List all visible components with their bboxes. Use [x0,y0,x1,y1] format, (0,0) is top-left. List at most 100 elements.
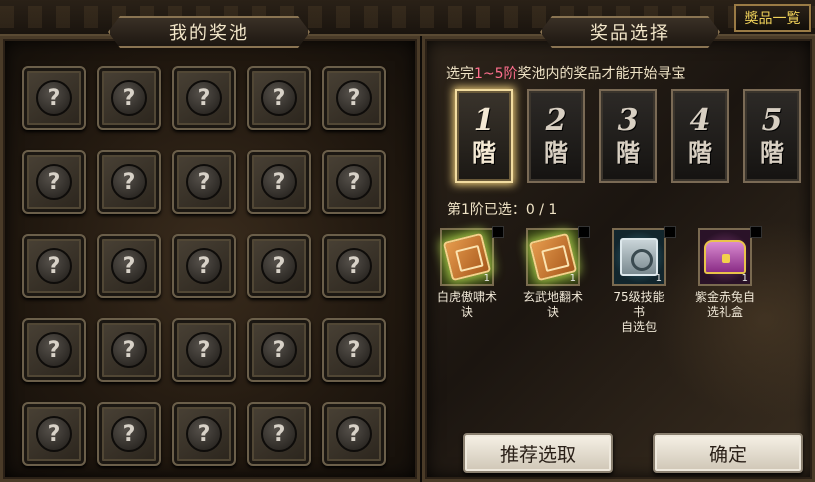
question-mark-icon: ? [36,416,72,452]
question-mark-icon: ? [111,80,147,116]
reward-name: 75级技能书 自选包 [608,290,670,335]
treasure-chest-icon [704,240,746,274]
hint-range: 1~5阶 [474,66,518,82]
reward-select-title: 奖品选择 [540,16,720,48]
select-checkbox[interactable] [664,226,676,238]
recommend-select-button[interactable]: 推荐选取 [463,433,613,473]
pool-slot[interactable]: ? [247,318,311,382]
pool-slot[interactable]: ? [322,234,386,298]
select-checkbox[interactable] [750,226,762,238]
pool-slot[interactable]: ? [22,402,86,466]
select-checkbox[interactable] [492,226,504,238]
prize-catalog-button[interactable]: 奬品一覧 [734,4,811,32]
question-mark-icon: ? [111,164,147,200]
question-mark-icon: ? [261,416,297,452]
pool-slot[interactable]: ? [247,66,311,130]
hint-suffix: 奖池内的奖品才能开始寻宝 [517,66,686,82]
question-mark-icon: ? [186,416,222,452]
pool-slot[interactable]: ? [172,402,236,466]
tier-number: 4 [689,103,711,138]
question-mark-icon: ? [336,164,372,200]
reward-name-line2: 选礼盒 [706,305,743,319]
question-mark-icon: ? [336,80,372,116]
pool-slot[interactable]: ? [97,234,161,298]
question-mark-icon: ? [261,80,297,116]
reward-name-line1: 白虎傲啸术 [436,290,497,304]
question-mark-icon: ? [36,164,72,200]
reward-icon-frame: 1 [440,226,504,286]
tier-tab-3[interactable]: 3 階 [599,89,657,183]
tier-unit: 階 [760,138,784,167]
pool-slot[interactable]: ? [172,318,236,382]
pool-slot[interactable]: ? [97,150,161,214]
question-mark-icon: ? [261,248,297,284]
tier-unit: 階 [688,138,712,167]
reward-count: 1 [741,273,748,284]
pool-slot[interactable]: ? [22,150,86,214]
reward-name-line2: 诀 [546,305,559,319]
question-mark-icon: ? [111,248,147,284]
pool-slot[interactable]: ? [172,150,236,214]
pool-slot[interactable]: ? [322,318,386,382]
tier-number: 1 [473,103,495,138]
reward-item[interactable]: 1 紫金赤兔自 选礼盒 [694,226,762,335]
tier-unit: 階 [544,138,568,167]
pool-slot[interactable]: ? [97,318,161,382]
silver-safe-icon [620,238,658,276]
my-pool-title: 我的奖池 [108,16,310,48]
tier-tabs: 1 階 2 階 3 階 4 階 5 階 [455,89,801,183]
reward-item[interactable]: 1 白虎傲啸术 诀 [436,226,504,335]
pool-slot[interactable]: ? [322,66,386,130]
reward-icon-frame: 1 [526,226,590,286]
confirm-button[interactable]: 确定 [653,433,803,473]
question-mark-icon: ? [111,332,147,368]
tier-number: 3 [617,103,639,138]
pool-slot[interactable]: ? [247,150,311,214]
pool-slot[interactable]: ? [22,318,86,382]
pool-slot[interactable]: ? [322,150,386,214]
question-mark-icon: ? [261,332,297,368]
pool-slot[interactable]: ? [322,402,386,466]
pool-slot[interactable]: ? [22,234,86,298]
pool-slot[interactable]: ? [247,402,311,466]
question-mark-icon: ? [336,416,372,452]
pool-slot[interactable]: ? [172,234,236,298]
selection-hint: 选完1~5阶奖池内的奖品才能开始寻宝 [446,63,686,83]
reward-name-line1: 玄武地翻术 [522,290,583,304]
question-mark-icon: ? [336,332,372,368]
tier-number: 2 [545,103,567,138]
pool-slot[interactable]: ? [97,66,161,130]
reward-name-line2: 诀 [460,305,473,319]
question-mark-icon: ? [261,164,297,200]
reward-name: 紫金赤兔自 选礼盒 [695,290,755,320]
reward-item[interactable]: 1 玄武地翻术 诀 [522,226,590,335]
tier-tab-5[interactable]: 5 階 [743,89,801,183]
tier-progress: 第1阶已选：0 / 1 [447,202,558,218]
reward-count: 1 [483,273,490,284]
hint-prefix: 选完 [446,66,474,82]
reward-name: 玄武地翻术 诀 [523,290,583,320]
pool-slot-grid: ????????????????????????? [22,66,400,470]
reward-count: 1 [569,273,576,284]
pool-slot[interactable]: ? [247,234,311,298]
question-mark-icon: ? [186,332,222,368]
reward-list: 1 白虎傲啸术 诀 1 玄武地翻术 诀 1 75级技能书 自选包 1 紫金赤兔自… [436,226,762,335]
tier-tab-2[interactable]: 2 階 [527,89,585,183]
reward-name-line1: 75级技能书 [613,290,665,319]
question-mark-icon: ? [186,164,222,200]
reward-name: 白虎傲啸术 诀 [437,290,497,320]
tier-number: 5 [761,103,783,138]
question-mark-icon: ? [111,416,147,452]
pool-slot[interactable]: ? [22,66,86,130]
reward-item[interactable]: 1 75级技能书 自选包 [608,226,676,335]
tier-tab-4[interactable]: 4 階 [671,89,729,183]
pool-slot[interactable]: ? [97,402,161,466]
question-mark-icon: ? [186,80,222,116]
tier-unit: 階 [472,138,496,167]
question-mark-icon: ? [36,332,72,368]
reward-name-line1: 紫金赤兔自 [694,290,755,304]
question-mark-icon: ? [36,248,72,284]
pool-slot[interactable]: ? [172,66,236,130]
tier-tab-1[interactable]: 1 階 [455,89,513,183]
select-checkbox[interactable] [578,226,590,238]
